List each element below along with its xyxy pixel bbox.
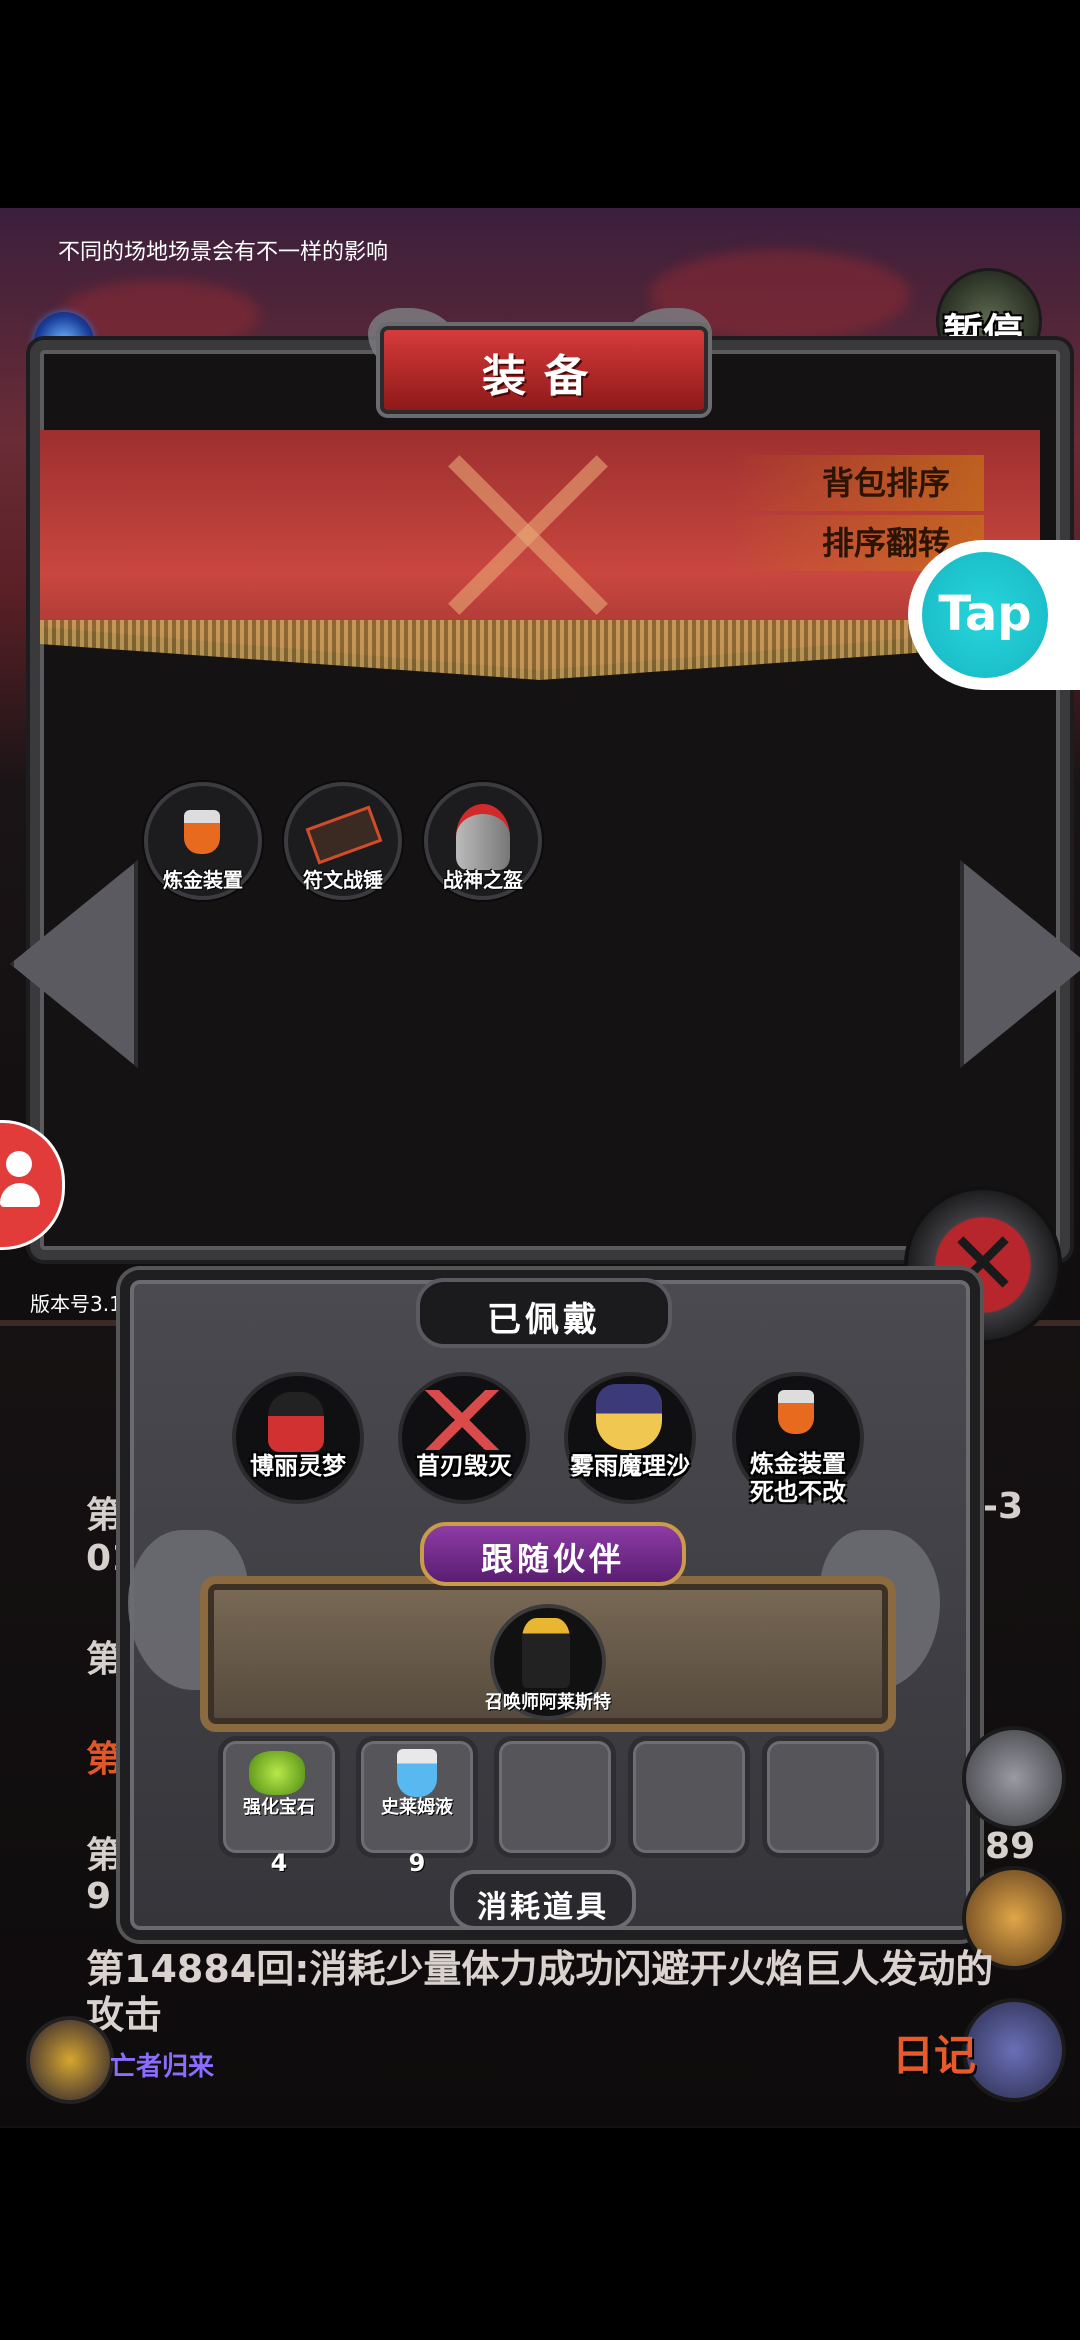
consumable-slot-empty[interactable]: [494, 1736, 616, 1858]
equip-item-helmet[interactable]: 战神之盔: [424, 782, 542, 900]
worn-slot-label: 炼金装置 死也不改: [750, 1450, 846, 1506]
follower-name: 召唤师阿莱斯特: [485, 1692, 611, 1713]
tap-label: Tap: [938, 586, 1032, 642]
summoner-icon: [522, 1618, 570, 1688]
follower-header: 跟随伙伴: [420, 1522, 686, 1586]
worn-title-plate: 已佩戴: [416, 1278, 672, 1348]
equip-item-label: 战神之盔: [443, 868, 523, 892]
user-icon-body: [0, 1183, 40, 1207]
battle-log-line: 第14884回:消耗少量体力成功闪避开火焰巨人发动的攻击: [86, 1947, 994, 2037]
consumable-label: 强化宝石: [243, 1797, 315, 1818]
follower-title: 跟随伙伴: [480, 1540, 625, 1578]
log-fragment: 第: [86, 1835, 123, 1876]
worn-title: 已佩戴: [487, 1300, 601, 1340]
worn-slot-label: 苜刃毁灭: [416, 1452, 512, 1480]
rune-hammer-icon: [305, 805, 383, 865]
tap-logo[interactable]: Tap: [922, 552, 1048, 678]
alchemy-flask-icon: [184, 810, 220, 854]
equip-item-alchemy[interactable]: 炼金装置: [144, 782, 262, 900]
version-label: 版本号3.16: [30, 1292, 135, 1316]
consumable-slot-gem[interactable]: 强化宝石 4: [218, 1736, 340, 1877]
marisa-icon: [596, 1384, 662, 1450]
worn-slot-label: 博丽灵梦: [250, 1452, 346, 1480]
equipment-title: 装备: [482, 351, 606, 402]
worn-slot-reimu[interactable]: 博丽灵梦: [232, 1372, 364, 1504]
user-icon: [6, 1151, 32, 1177]
hero-name: 亡者归来: [110, 2052, 215, 2082]
equip-item-hammer[interactable]: 符文战锤: [284, 782, 402, 900]
slime-potion-icon: [397, 1749, 437, 1797]
equip-item-label: 符文战锤: [303, 868, 383, 892]
reimu-icon: [268, 1392, 324, 1452]
consumables-title-plate: 消耗道具: [450, 1870, 636, 1930]
log-fragment: 9: [86, 1876, 112, 1917]
consumables-title: 消耗道具: [477, 1890, 609, 1925]
follower-slot[interactable]: 召唤师阿莱斯特: [485, 1604, 611, 1720]
log-fragment: 第: [86, 1639, 123, 1680]
consumable-count: 4: [270, 1849, 288, 1877]
consumable-slot-empty[interactable]: [762, 1736, 884, 1858]
sort-bag-button[interactable]: 背包排序: [730, 455, 984, 511]
worn-slot-label: 雾雨魔理沙: [570, 1452, 690, 1480]
consumable-slot-slime[interactable]: 史莱姆液 9: [356, 1736, 478, 1877]
worn-slot-alchemy[interactable]: 炼金装置 死也不改: [732, 1372, 864, 1506]
diary-label: 日记: [892, 2031, 977, 2080]
log-fragment: 第: [86, 1739, 123, 1780]
worn-slot-blade[interactable]: 苜刃毁灭: [398, 1372, 530, 1504]
equip-item-label: 炼金装置: [163, 868, 243, 892]
war-helmet-icon: [456, 804, 510, 870]
consumable-count: 9: [408, 1849, 426, 1877]
consumable-slot-empty[interactable]: [628, 1736, 750, 1858]
worn-slot-marisa[interactable]: 雾雨魔理沙: [564, 1372, 696, 1504]
hero-avatar[interactable]: [26, 2016, 114, 2104]
scene-hint-text: 不同的场地场景会有不一样的影响: [58, 240, 389, 265]
alchemy-flask-icon: [778, 1390, 814, 1434]
consumable-label: 史莱姆液: [381, 1797, 453, 1818]
equipment-title-plate: 装备: [380, 326, 708, 414]
green-gem-icon: [249, 1751, 305, 1795]
knight-helmet-button[interactable]: [962, 1726, 1066, 1830]
blade-destroy-icon: [422, 1390, 502, 1450]
log-fragment: 第: [86, 1495, 123, 1536]
